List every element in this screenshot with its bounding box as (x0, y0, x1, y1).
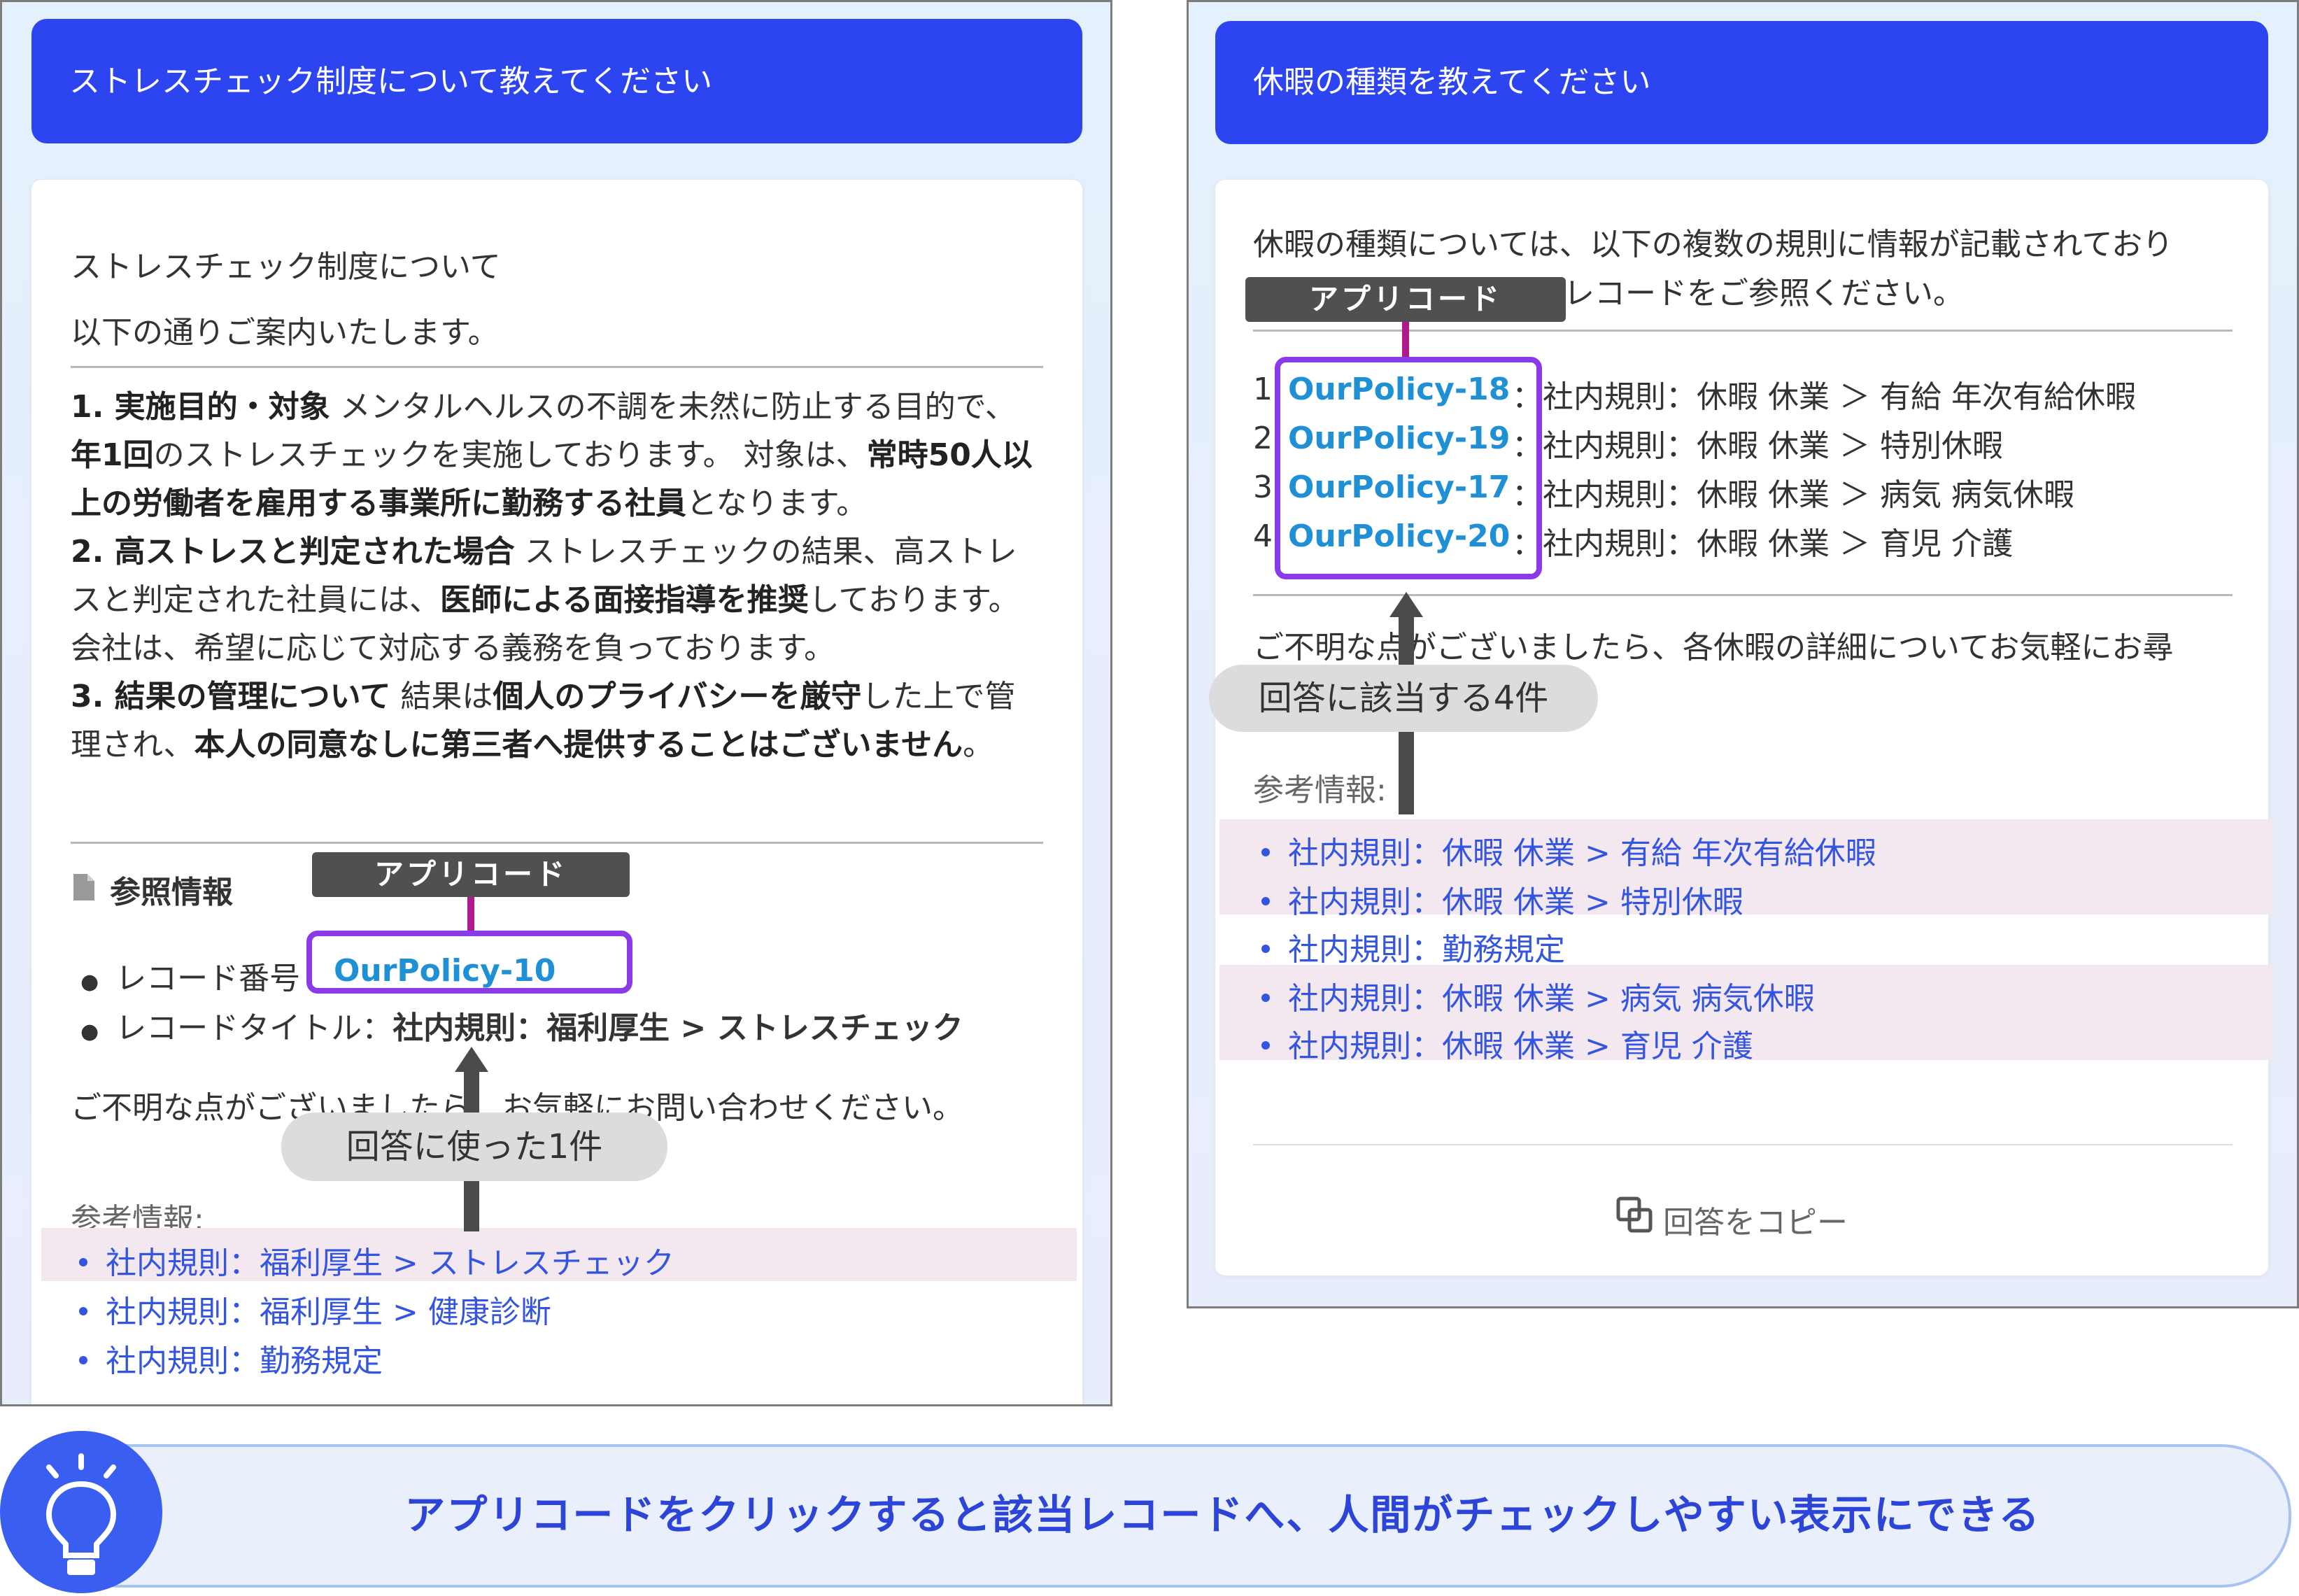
arrow-up-icon (455, 1047, 488, 1072)
tag-connector (1402, 322, 1409, 357)
app-code-highlight-box (306, 931, 632, 994)
reference-link[interactable]: 社内規則：福利厚生 > ストレスチェック (79, 1238, 674, 1283)
answer-intro-line1: ストレスチェック制度について (71, 249, 501, 285)
emphasis-text: 医師による面接指導を推奨 (440, 582, 809, 618)
app-code-tag: アプリコード (312, 852, 630, 897)
policy-title: ：社内規則：休暇 休業 ＞ 育児 介護 (1512, 526, 2013, 562)
footer-banner: アプリコードをクリックすると該当レコードへ、人間がチェックしやすい表示にできる (49, 1444, 2291, 1588)
emphasis-text: 年1回 (71, 437, 154, 473)
record-number-row: ● レコード番号 (80, 961, 301, 996)
emphasis-text: 個人のプライバシーを厳守 (493, 679, 862, 714)
arrow-shaft (1399, 732, 1414, 814)
policy-row: 3 (1253, 469, 1273, 505)
copy-icon[interactable] (1614, 1194, 1656, 1236)
policy-row: 1 (1253, 372, 1273, 407)
divider (71, 366, 1043, 368)
footer-caption: アプリコードをクリックすると該当レコードへ、人間がチェックしやすい表示にできる (404, 1491, 2041, 1539)
arrow-shaft (464, 1181, 479, 1231)
answer-intro-line2-right: のレコードをご参照ください。 (1533, 276, 1964, 311)
document-icon (72, 873, 96, 902)
reference-link[interactable]: 社内規則：休暇 休業 > 育児 介護 (1261, 1021, 1753, 1066)
answer-paragraph-2: 2. 高ストレスと判定された場合 ストレスチェックの結果、高ストレスと判定された… (71, 528, 1043, 672)
paragraph-text: 結果は (390, 679, 493, 714)
copy-answer-button[interactable]: 回答をコピー (1663, 1197, 1848, 1242)
reference-link[interactable]: 社内規則：休暇 休業 > 病気 病気休暇 (1261, 973, 1815, 1018)
app-code-highlight-box (1275, 357, 1542, 579)
reference-link[interactable]: 社内規則：福利厚生 > 健康診断 (79, 1287, 551, 1332)
reference-heading: 参照情報 (110, 875, 233, 910)
arrow-up-icon (1389, 592, 1423, 617)
record-number-label: レコード番号 (115, 961, 301, 996)
policy-row: 2 (1253, 421, 1273, 456)
record-title-value: 社内規則：福利厚生 > ストレスチェック (392, 1010, 963, 1046)
paragraph-text: 。 (963, 727, 994, 763)
user-question-bubble: 休暇の種類を教えてください (1215, 21, 2268, 144)
answer-count-pill: 回答に該当する4件 (1209, 665, 1598, 732)
paragraph-heading: 1. 実施目的・対象 (71, 389, 330, 425)
answer-intro-line2: 以下の通りご案内いたします。 (71, 315, 499, 351)
user-question-bubble: ストレスチェック制度について教えてください (31, 19, 1082, 143)
closing-text-right: がございましたら、各休暇の詳細についてお気軽にお尋 (1406, 630, 2174, 665)
reference-link[interactable]: 社内規則：休暇 休業 > 有給 年次有給休暇 (1261, 828, 1876, 873)
arrow-shaft (1399, 616, 1414, 665)
answer-intro-line1: 休暇の種類については、以下の複数の規則に情報が記載されており (1253, 227, 2174, 262)
answer-card: ストレスチェック制度について 以下の通りご案内いたします。 1. 実施目的・対象… (31, 180, 1082, 1404)
paragraph-text: のストレスチェックを実施しております。 対象は、 (153, 437, 867, 473)
answer-paragraph-1: 1. 実施目的・対象 メンタルヘルスの不調を未然に防止する目的で、年1回のストレ… (71, 383, 1043, 528)
lightbulb-icon (0, 1431, 162, 1593)
answer-count-pill: 回答に使った1件 (281, 1113, 667, 1181)
answer-paragraph-3: 3. 結果の管理について 結果は個人のプライバシーを厳守した上で管理され、本人の… (71, 672, 1043, 769)
paragraph-heading: 2. 高ストレスと判定された場合 (71, 534, 515, 570)
paragraph-heading: 3. 結果の管理について (71, 679, 391, 714)
emphasis-text: 本人の同意なしに第三者へ提供することはございません (194, 727, 963, 763)
policy-row: 4 (1253, 518, 1273, 554)
closing-text-left: ご不明な点 (1253, 630, 1407, 665)
policy-title: ：社内規則：休暇 休業 ＞ 病気 病気休暇 (1512, 477, 2074, 513)
policy-title: ：社内規則：休暇 休業 ＞ 特別休暇 (1512, 428, 2003, 464)
reference-link[interactable]: 社内規則：勤務規定 (79, 1336, 383, 1380)
reference-label: 参考情報: (1253, 772, 1387, 808)
record-title-row: ● レコードタイトル：社内規則：福利厚生 > ストレスチェック (80, 1010, 963, 1046)
paragraph-text: メンタルヘルスの不調を未然に防止する目的で、 (330, 389, 1016, 425)
reference-link[interactable]: 社内規則：勤務規定 (1261, 924, 1565, 969)
paragraph-text: となります。 (686, 486, 868, 521)
policy-title: ：社内規則：休暇 休業 ＞ 有給 年次有給休暇 (1512, 379, 2136, 415)
record-title-label: レコードタイトル： (115, 1010, 393, 1046)
tag-connector (467, 897, 474, 931)
divider (1253, 330, 2233, 332)
divider (1253, 1144, 2233, 1145)
app-code-tag: アプリコード (1245, 277, 1566, 322)
divider (71, 842, 1043, 844)
arrow-shaft (464, 1071, 479, 1113)
reference-link[interactable]: 社内規則：休暇 休業 > 特別休暇 (1261, 877, 1743, 921)
right-chat-panel: 休暇の種類を教えてください 休暇の種類については、以下の複数の規則に情報が記載さ… (1187, 0, 2299, 1308)
left-chat-panel: ストレスチェック制度について教えてください ストレスチェック制度について 以下の… (0, 0, 1112, 1406)
